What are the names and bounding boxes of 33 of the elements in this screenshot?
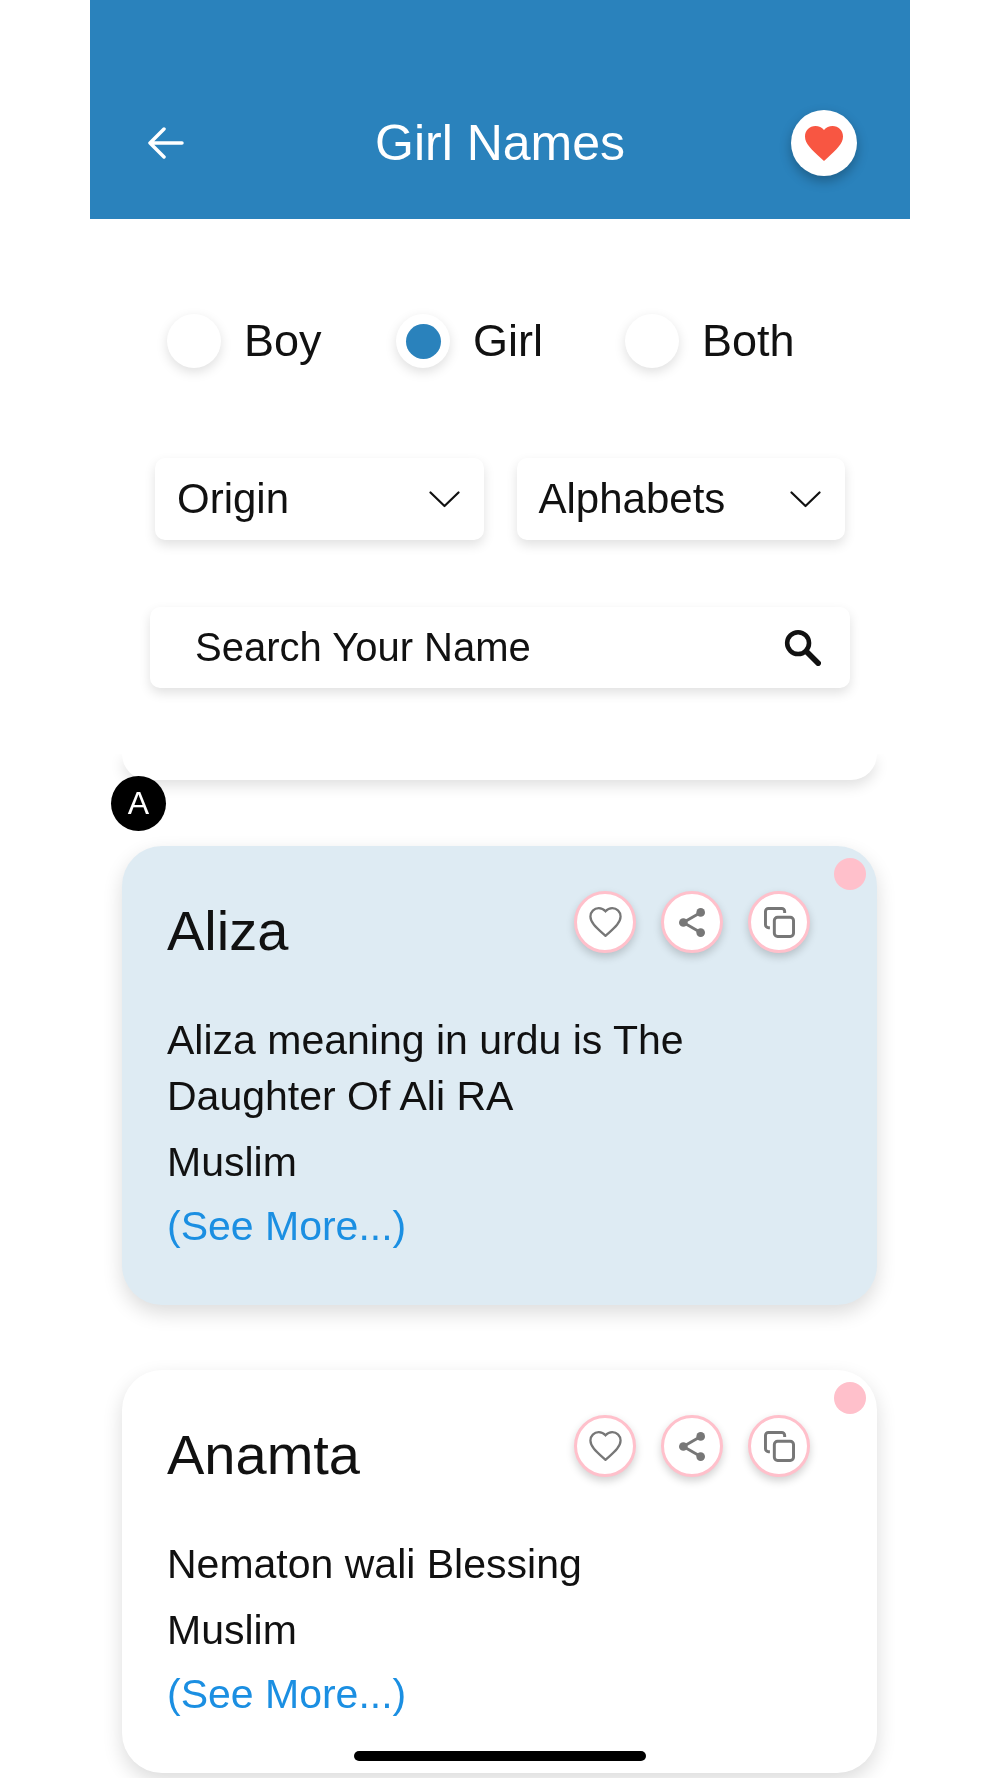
meaning-text: Aliza meaning in urdu is The Daughter Of Ali RA xyxy=(167,1016,685,1121)
share-icon xyxy=(679,1431,705,1461)
copy-button[interactable] xyxy=(748,891,810,953)
radio-button[interactable] xyxy=(396,314,450,368)
share-button[interactable] xyxy=(661,891,723,953)
name-title: Aliza xyxy=(167,898,289,964)
copy-icon xyxy=(763,906,795,938)
search-field[interactable]: Search Your Name xyxy=(150,607,850,688)
origin-text: Muslim xyxy=(167,1606,297,1655)
header-title: Girl Names xyxy=(375,114,625,173)
back-arrow-icon[interactable] xyxy=(147,127,184,159)
search-icon[interactable] xyxy=(784,629,821,666)
heart-icon xyxy=(805,125,843,161)
filter-dropdown[interactable]: Origin xyxy=(155,458,484,540)
favorite-button[interactable] xyxy=(574,1415,636,1477)
copy-icon xyxy=(763,1430,795,1462)
share-button[interactable] xyxy=(661,1415,723,1477)
origin-text: Muslim xyxy=(167,1138,297,1187)
meaning-text: Nematon wali Blessing xyxy=(167,1540,582,1589)
heart-outline-icon xyxy=(588,1431,622,1461)
radio-label: Girl xyxy=(473,314,543,368)
copy-button[interactable] xyxy=(748,1415,810,1477)
chevron-down-icon xyxy=(428,490,460,508)
share-icon xyxy=(679,907,705,937)
chevron-down-icon xyxy=(790,490,821,508)
favorites-button[interactable] xyxy=(791,110,857,176)
favorite-button[interactable] xyxy=(574,891,636,953)
radio-label: Boy xyxy=(244,314,322,368)
letter-badge: A xyxy=(111,776,166,831)
heart-outline-icon xyxy=(588,907,622,937)
name-title: Anamta xyxy=(167,1422,360,1488)
radio-label: Both xyxy=(702,314,795,368)
filter-dropdown[interactable]: Alphabets xyxy=(516,458,845,540)
